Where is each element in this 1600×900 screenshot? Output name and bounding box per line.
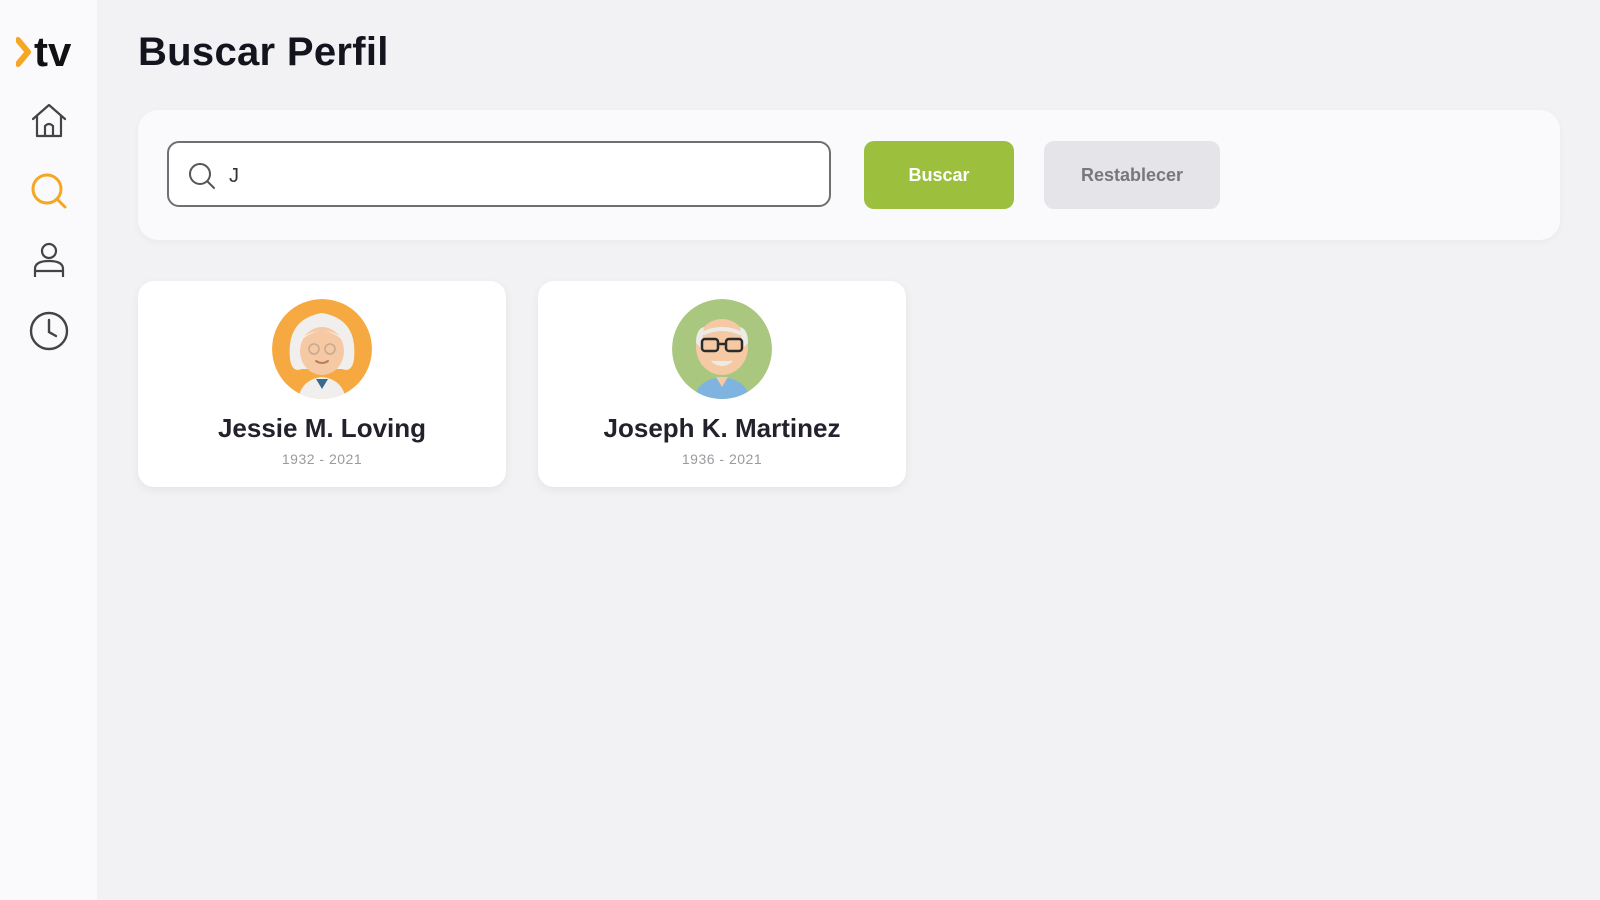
page-title: Buscar Perfil (138, 30, 389, 74)
profile-card[interactable]: Jessie M. Loving 1932 - 2021 (138, 281, 506, 487)
profile-years: 1932 - 2021 (281, 451, 363, 467)
user-icon (33, 242, 65, 277)
sidebar-item-history[interactable] (28, 310, 70, 352)
home-icon (31, 103, 67, 138)
profile-name: Joseph K. Martinez (603, 413, 841, 443)
profile-card[interactable]: Joseph K. Martinez 1936 - 2021 (538, 281, 906, 487)
profile-years: 1936 - 2021 (681, 451, 763, 467)
search-icon (31, 173, 67, 209)
app-root: tv Buscar Perfil J Buscar Restablecer Je… (0, 0, 1600, 900)
elderly-man-avatar-icon (672, 299, 772, 399)
sidebar-item-search[interactable] (28, 170, 70, 212)
search-box[interactable] (167, 141, 831, 207)
svg-text:tv: tv (34, 28, 72, 74)
sidebar-item-home[interactable] (28, 100, 70, 142)
profile-name: Jessie M. Loving (217, 413, 427, 443)
avatar (672, 299, 772, 399)
avatar (272, 299, 372, 399)
clock-icon (29, 311, 69, 351)
sidebar: tv (0, 0, 97, 900)
reset-button[interactable]: Restablecer (1044, 141, 1220, 209)
elderly-woman-avatar-icon (272, 299, 372, 399)
app-logo[interactable]: tv (16, 26, 82, 74)
search-icon (189, 163, 215, 189)
sidebar-item-profile[interactable] (28, 240, 70, 282)
search-button[interactable]: Buscar (864, 141, 1014, 209)
search-panel: Buscar Restablecer (138, 110, 1560, 240)
search-input[interactable] (227, 157, 811, 195)
